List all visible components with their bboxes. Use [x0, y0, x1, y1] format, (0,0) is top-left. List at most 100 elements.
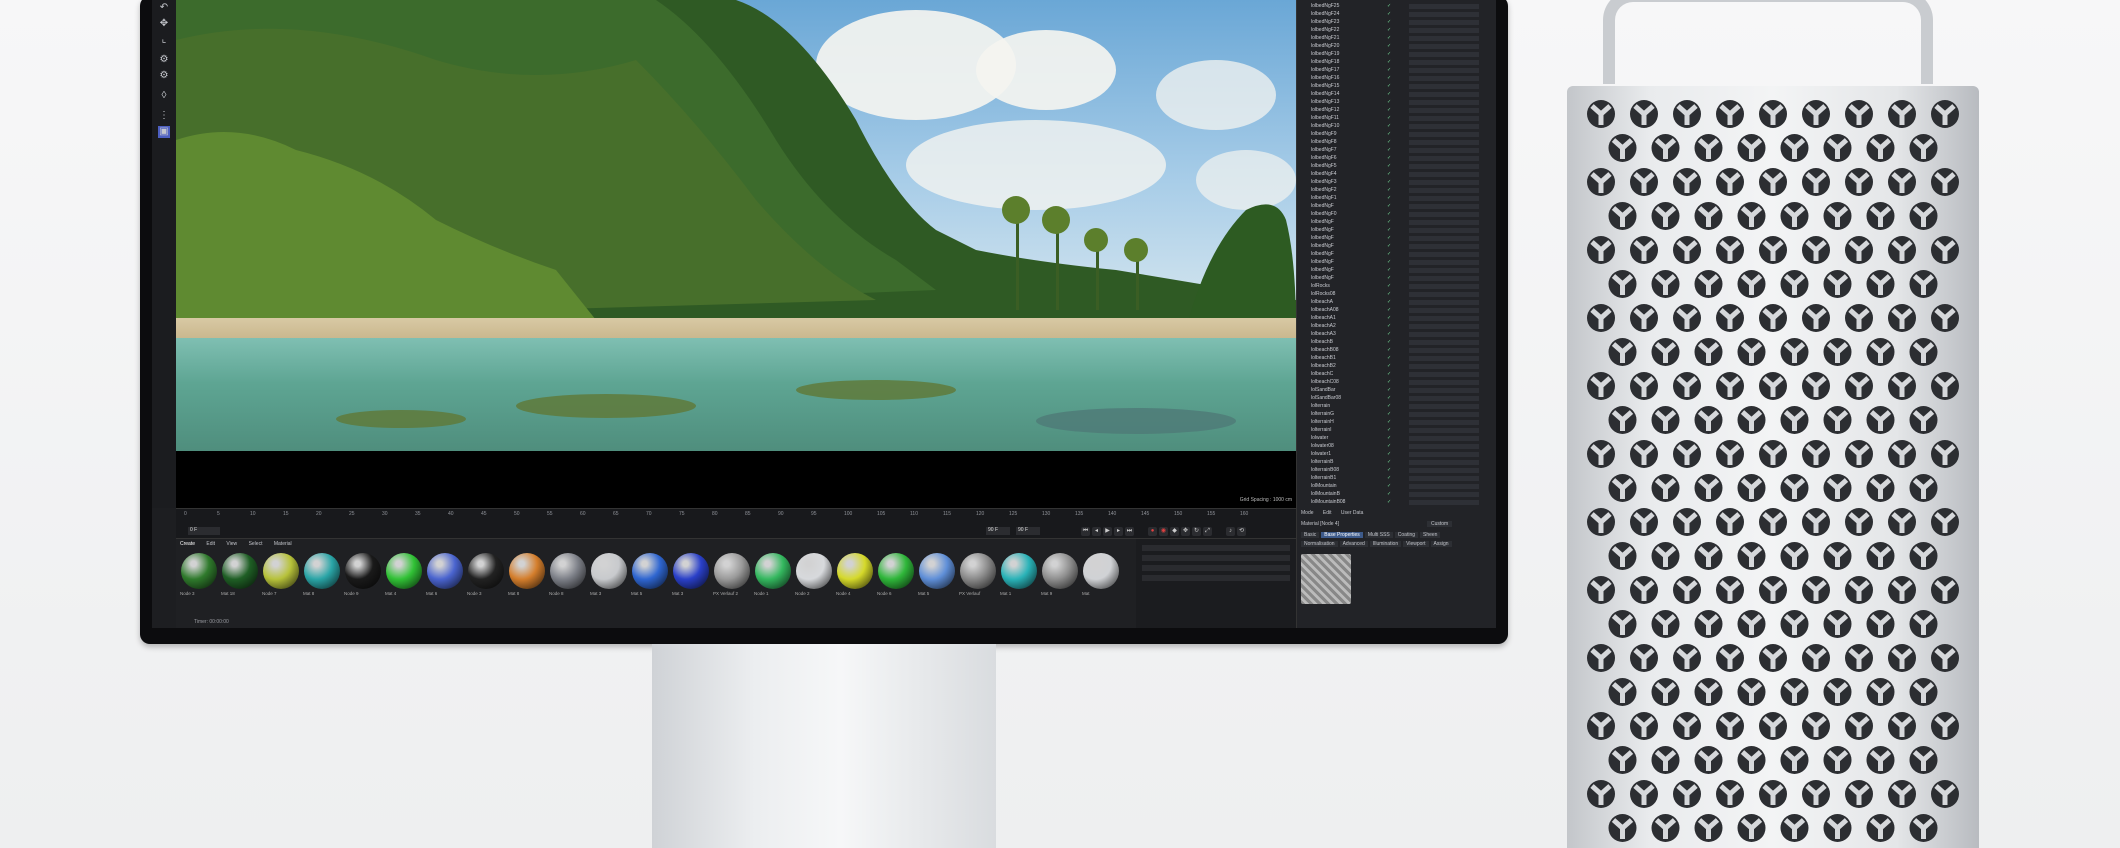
material-swatch[interactable]: Mat 8 — [508, 553, 546, 599]
material-swatch[interactable]: Node 4 — [836, 553, 874, 599]
step-forward-icon[interactable]: ▸ — [1114, 527, 1123, 536]
tab-viewport[interactable]: Viewport — [1403, 541, 1429, 547]
key-move-icon[interactable]: ✥ — [1181, 527, 1190, 536]
drop-icon[interactable]: ◊ — [158, 90, 170, 102]
material-swatch[interactable]: Mat 3 — [672, 553, 710, 599]
timeline[interactable]: 0 5 10 15 20 25 30 35 40 45 50 55 60 65 70 75 80 85 90 95 10… — [176, 508, 1296, 539]
tab-base-properties[interactable]: Base Properties — [1321, 532, 1363, 538]
timeline-tick: 160 — [1240, 511, 1249, 517]
menu-edit-attr[interactable]: Edit — [1323, 510, 1332, 516]
material-swatch[interactable]: Mat 4 — [385, 553, 423, 599]
timeline-tick: 120 — [976, 511, 985, 517]
material-swatch[interactable]: Node 3 — [467, 553, 505, 599]
autokey-icon[interactable]: ◉ — [1159, 527, 1168, 536]
attribute-manager[interactable]: Mode Edit User Data Material [Node 4] Cu… — [1296, 508, 1496, 628]
material-ball — [591, 553, 627, 589]
tag-track — [1409, 404, 1479, 409]
material-swatch[interactable]: Mat 1 — [1000, 553, 1038, 599]
current-frame-field[interactable]: 0 F — [188, 527, 220, 535]
material-swatch[interactable]: PX Verlauf — [959, 553, 997, 599]
timeline-tick: 55 — [547, 511, 553, 517]
material-ball — [345, 553, 381, 589]
key-scale-icon[interactable]: ⤢ — [1203, 527, 1212, 536]
tab-illumination[interactable]: Illumination — [1369, 541, 1402, 547]
tag-track — [1409, 308, 1479, 313]
move-icon[interactable]: ✥ — [158, 18, 170, 30]
menu-edit[interactable]: Edit — [206, 541, 215, 547]
tab-sheen[interactable]: Sheen — [1420, 532, 1441, 538]
viewport-render[interactable]: Grid Spacing : 1000 cm — [176, 0, 1296, 508]
end-frame-field-b[interactable]: 90 F — [1016, 527, 1040, 535]
menu-mode[interactable]: Mode — [1301, 510, 1314, 516]
material-swatch[interactable]: Mat 3 — [590, 553, 628, 599]
reef-patch — [336, 410, 466, 428]
settings-icon[interactable]: ⚙ — [158, 54, 170, 66]
timeline-tick: 90 — [778, 511, 784, 517]
material-ball — [181, 553, 217, 589]
tab-assign[interactable]: Assign — [1430, 541, 1452, 547]
material-ball — [1042, 553, 1078, 589]
material-swatch[interactable]: Node 8 — [549, 553, 587, 599]
tag-track — [1409, 460, 1479, 465]
play-icon[interactable]: ▶ — [1103, 527, 1112, 536]
material-swatch[interactable]: Mat 5 — [918, 553, 956, 599]
tab-basic[interactable]: Basic — [1301, 532, 1320, 538]
material-swatch[interactable]: PX Verlauf 2 — [713, 553, 751, 599]
go-to-start-icon[interactable]: ⏮ — [1081, 527, 1090, 536]
material-swatch[interactable]: Node 1 — [754, 553, 792, 599]
undo-icon[interactable]: ↶ — [158, 2, 170, 14]
material-swatch[interactable]: Node 9 — [344, 553, 382, 599]
tag-track — [1409, 260, 1479, 265]
material-swatch[interactable]: Mat 5 — [631, 553, 669, 599]
corner-icon[interactable]: ⌞ — [158, 34, 170, 46]
end-frame-field[interactable]: 90 F — [986, 527, 1010, 535]
timeline-tick: 150 — [1174, 511, 1183, 517]
tag-track — [1409, 396, 1479, 401]
material-swatch[interactable]: Mat 18 — [221, 553, 259, 599]
sound-icon[interactable]: ♪ — [1226, 527, 1235, 536]
tag-track — [1409, 452, 1479, 457]
record-icon[interactable]: ● — [1148, 527, 1157, 536]
loop-icon[interactable]: ⟲ — [1237, 527, 1246, 536]
menu-user-data[interactable]: User Data — [1341, 510, 1364, 516]
material-swatch[interactable]: Mat 6 — [426, 553, 464, 599]
material-manager[interactable]: Create Edit View Select Material Node 3 M… — [176, 538, 1136, 628]
menu-material[interactable]: Material — [274, 541, 292, 547]
key-rotate-icon[interactable]: ↻ — [1192, 527, 1201, 536]
material-ball — [386, 553, 422, 589]
gear-icon[interactable]: ⚙ — [158, 70, 170, 82]
material-swatch[interactable]: Node 3 — [180, 553, 218, 599]
tab-coating[interactable]: Coating — [1394, 532, 1418, 538]
mode-dropdown[interactable]: Custom — [1427, 521, 1453, 527]
tag-track — [1409, 28, 1479, 33]
tag-track — [1409, 332, 1479, 337]
material-swatch[interactable]: Mat 9 — [1041, 553, 1079, 599]
material-menu: Create Edit View Select Material — [180, 541, 302, 549]
material-swatch[interactable]: Node 7 — [262, 553, 300, 599]
key-icon[interactable]: ◆ — [1170, 527, 1179, 536]
material-swatch[interactable]: Node 2 — [795, 553, 833, 599]
material-swatch[interactable]: Node 6 — [877, 553, 915, 599]
tab-multi-sss[interactable]: Multi SSS — [1364, 532, 1393, 538]
select-tool-icon[interactable]: ▣ — [158, 126, 170, 138]
tag-track — [1409, 12, 1479, 17]
tag-track — [1409, 276, 1479, 281]
material-swatch[interactable]: Mat 8 — [303, 553, 341, 599]
tag-track — [1409, 68, 1479, 73]
tab-advanced[interactable]: Advanced — [1339, 541, 1368, 547]
tab-normalisation[interactable]: Normalisation — [1301, 541, 1338, 547]
menu-view[interactable]: View — [226, 541, 237, 547]
menu-create[interactable]: Create — [180, 541, 195, 547]
visibility-check-icon[interactable]: ✓ — [1387, 498, 1391, 507]
material-swatch[interactable]: Mat — [1082, 553, 1120, 599]
grid-icon[interactable]: ⋮ — [158, 110, 170, 122]
step-back-icon[interactable]: ◂ — [1092, 527, 1101, 536]
object-row[interactable]: lolMountainB08 ✓ — [1297, 498, 1496, 507]
material-label: Mat 8 — [508, 591, 520, 596]
menu-select[interactable]: Select — [249, 541, 263, 547]
tag-track — [1409, 116, 1479, 121]
object-manager[interactable]: lolbedNgF25 ✓ lolbedNgF24 ✓ lolbedNgF23 ✓ lolb… — [1296, 0, 1496, 508]
go-to-end-icon[interactable]: ⏭ — [1125, 527, 1134, 536]
coordinates-panel[interactable] — [1136, 538, 1296, 628]
timeline-tick: 15 — [283, 511, 289, 517]
